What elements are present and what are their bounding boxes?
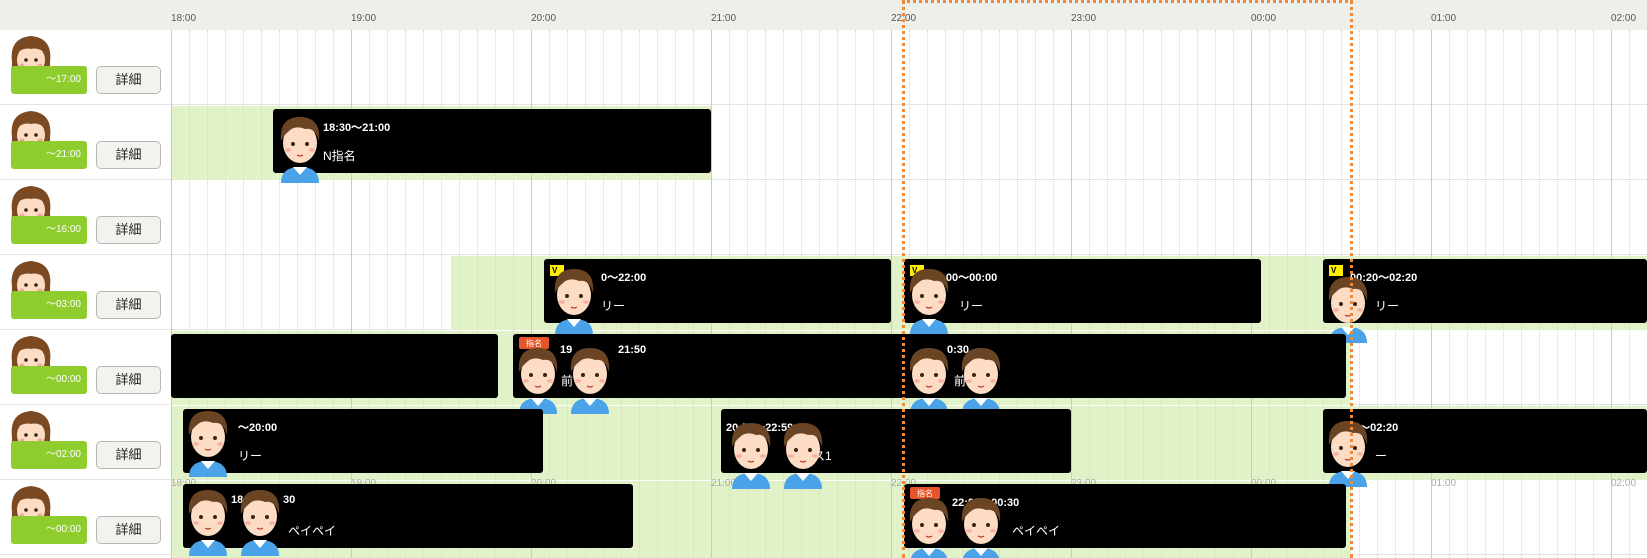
staff-column: 〜17:00 詳細 〜21:00 詳細 〜16:00 詳細 〜03:00 詳細 … bbox=[0, 0, 171, 558]
male-customer-avatar-icon bbox=[1323, 415, 1373, 487]
hour-label: 19:00 bbox=[351, 13, 377, 24]
male-customer-avatar-icon bbox=[904, 492, 954, 558]
minor-gridline bbox=[207, 30, 208, 558]
male-customer-avatar-icon bbox=[183, 405, 233, 477]
booking-block[interactable]: 〜20:00 リー bbox=[183, 409, 543, 473]
detail-button[interactable]: 詳細 bbox=[96, 141, 161, 169]
male-customer-avatar-icon bbox=[183, 484, 233, 556]
male-customer-avatar-icon bbox=[956, 342, 1006, 414]
booking-block[interactable]: 20:59〜22:59 ス1 bbox=[721, 409, 1071, 473]
shift-badge: 〜00:00 bbox=[11, 516, 87, 544]
detail-button[interactable]: 詳細 bbox=[96, 66, 161, 94]
detail-button[interactable]: 詳細 bbox=[96, 516, 161, 544]
staff-column-header bbox=[0, 0, 171, 30]
booking-label: リー bbox=[601, 299, 626, 313]
booking-block[interactable]: V 0〜22:00 リー bbox=[544, 259, 891, 323]
time-header: 18:00 19:00 20:00 21:00 22:00 23:00 00:0… bbox=[171, 0, 1647, 30]
male-customer-avatar-icon bbox=[778, 417, 828, 489]
booking-block[interactable]: 18:30〜21:00 N指名 bbox=[273, 109, 711, 173]
hour-label: 23:00 bbox=[1071, 13, 1097, 24]
staff-row: 〜16:00 詳細 bbox=[0, 180, 171, 255]
booking-block[interactable]: V 22:00〜00:00 リー bbox=[904, 259, 1261, 323]
male-customer-avatar-icon bbox=[565, 342, 615, 414]
minor-gridline bbox=[1287, 30, 1288, 558]
staff-row: 〜21:00 詳細 bbox=[0, 105, 171, 180]
hour-label: 01:00 bbox=[1431, 13, 1457, 24]
shift-badge: 〜03:00 bbox=[11, 291, 87, 319]
booking-time: 21:50 bbox=[618, 344, 647, 356]
staff-row: 〜02:00 詳細 bbox=[0, 405, 171, 480]
detail-button[interactable]: 詳細 bbox=[96, 216, 161, 244]
shift-badge: 〜17:00 bbox=[11, 66, 87, 94]
staff-row: 〜03:00 詳細 bbox=[0, 255, 171, 330]
booking-block[interactable] bbox=[171, 334, 498, 398]
booking-block[interactable]: 指名 22:00〜00:30 ペイペイ bbox=[904, 484, 1346, 548]
booking-block[interactable]: 18 30 ペイペイ bbox=[183, 484, 633, 548]
booking-time: 18:30〜21:00 bbox=[323, 122, 391, 134]
detail-button[interactable]: 詳細 bbox=[96, 366, 161, 394]
male-customer-avatar-icon bbox=[904, 263, 954, 335]
male-customer-avatar-icon bbox=[956, 492, 1006, 558]
booking-block[interactable]: 0〜02:20 ー bbox=[1323, 409, 1647, 473]
booking-label: ペイペイ bbox=[1012, 524, 1061, 538]
hour-label: 21:00 bbox=[711, 13, 737, 24]
male-customer-avatar-icon bbox=[726, 417, 776, 489]
booking-block[interactable]: V 00:20〜02:20 リー bbox=[1323, 259, 1647, 323]
hour-label: 18:00 bbox=[171, 13, 197, 24]
male-customer-avatar-icon bbox=[275, 111, 325, 183]
schedule-screen: 〜17:00 詳細 〜21:00 詳細 〜16:00 詳細 〜03:00 詳細 … bbox=[0, 0, 1647, 558]
male-customer-avatar-icon bbox=[235, 484, 285, 556]
hour-label: 02:00 bbox=[1611, 13, 1637, 24]
detail-button[interactable]: 詳細 bbox=[96, 441, 161, 469]
staff-row: 〜00:00 詳細 bbox=[0, 480, 171, 555]
booking-label: N指名 bbox=[323, 149, 356, 163]
shift-badge: 〜00:00 bbox=[11, 366, 87, 394]
minor-gridline bbox=[1305, 30, 1306, 558]
hour-label-faded: 02:00 bbox=[1611, 478, 1637, 489]
male-customer-avatar-icon bbox=[513, 342, 563, 414]
staff-row: 〜17:00 詳細 bbox=[0, 30, 171, 105]
male-customer-avatar-icon bbox=[904, 342, 954, 414]
minor-gridline bbox=[243, 30, 244, 558]
booking-time: 0〜22:00 bbox=[601, 272, 647, 284]
hour-label: 00:00 bbox=[1251, 13, 1277, 24]
male-customer-avatar-icon bbox=[1323, 271, 1373, 343]
booking-label: リー bbox=[238, 449, 263, 463]
hour-label-faded: 01:00 bbox=[1431, 478, 1457, 489]
shift-badge: 〜16:00 bbox=[11, 216, 87, 244]
detail-button[interactable]: 詳細 bbox=[96, 291, 161, 319]
minor-gridline bbox=[225, 30, 226, 558]
booking-time: 〜20:00 bbox=[238, 422, 278, 434]
shift-badge: 〜21:00 bbox=[11, 141, 87, 169]
staff-row: 〜00:00 詳細 bbox=[0, 330, 171, 405]
booking-label: リー bbox=[959, 299, 984, 313]
timeline-area: 18:00 19:00 20:00 21:00 22:00 23:00 00:0… bbox=[171, 0, 1647, 558]
shift-badge: 〜02:00 bbox=[11, 441, 87, 469]
minor-gridline bbox=[261, 30, 262, 558]
hour-label: 22:00 bbox=[891, 13, 917, 24]
booking-label: リー bbox=[1375, 299, 1400, 313]
booking-label: ー bbox=[1375, 449, 1388, 463]
hour-label: 20:00 bbox=[531, 13, 557, 24]
male-customer-avatar-icon bbox=[549, 263, 599, 335]
booking-block[interactable]: 0:30 前 bbox=[904, 334, 1346, 398]
booking-label: ペイペイ bbox=[288, 524, 337, 538]
